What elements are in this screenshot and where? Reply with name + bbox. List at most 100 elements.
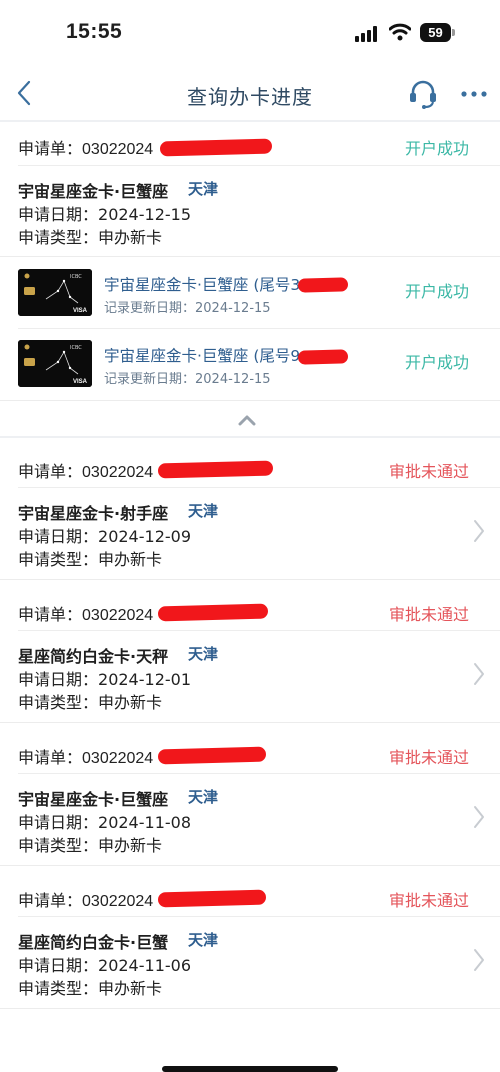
- row-divider: [18, 487, 500, 488]
- redaction-mark: [297, 349, 349, 365]
- nav-bar: 查询办卡进度: [0, 68, 500, 120]
- home-indicator: [162, 1066, 338, 1072]
- apply-type: 申请类型：申办新卡: [18, 975, 162, 999]
- card-title: 宇宙星座金卡·巨蟹座 (尾号3: [104, 276, 301, 294]
- card-thumbnail: ICBC VISA: [18, 269, 92, 316]
- app-number-value: 03022024: [82, 750, 154, 767]
- chevron-up-icon: [238, 415, 256, 426]
- apply-type-label: 申请类型：: [18, 979, 99, 998]
- section-divider: [0, 865, 500, 866]
- section-divider: [0, 436, 500, 438]
- status-badge: 审批未通过: [388, 605, 469, 624]
- headset-icon[interactable]: [408, 78, 438, 110]
- apply-type: 申请类型：申办新卡: [18, 832, 162, 856]
- app-number-label: 申请单：: [18, 464, 83, 481]
- app-number-label: 申请单：: [18, 893, 83, 910]
- apply-type-value: 申办新卡: [98, 836, 163, 855]
- apply-date: 申请日期：2024-11-06: [18, 952, 191, 976]
- card-title: 宇宙星座金卡·巨蟹座 (尾号9: [104, 347, 301, 365]
- card-update-date: 记录更新日期：2024-12-15: [104, 372, 271, 387]
- card-thumbnail: ICBC VISA: [18, 340, 92, 387]
- apply-type: 申请类型：申办新卡: [18, 689, 162, 713]
- apply-date: 申请日期：2024-12-09: [18, 523, 191, 547]
- app-number-label: 申请单：: [18, 750, 83, 767]
- apply-date-label: 申请日期：: [18, 527, 99, 546]
- app-number-value: 03022024: [82, 464, 154, 481]
- nav-divider: [0, 120, 500, 122]
- apply-date-value: 2024-11-08: [98, 813, 191, 832]
- card-name: 星座简约白金卡·天秤: [18, 647, 169, 666]
- row-divider: [18, 165, 500, 166]
- status-badge: 审批未通过: [388, 891, 469, 910]
- row-divider: [18, 630, 500, 631]
- battery-level: 59: [420, 23, 451, 42]
- app-number-value: 03022024: [82, 607, 154, 624]
- chevron-right-icon[interactable]: [472, 518, 486, 544]
- battery-indicator: 59: [420, 23, 456, 43]
- redaction-mark: [297, 277, 349, 293]
- card-name: 星座简约白金卡·巨蟹: [18, 933, 169, 952]
- card-name: 宇宙星座金卡·巨蟹座: [18, 182, 169, 201]
- city-label: 天津: [188, 788, 219, 806]
- section-divider: [0, 256, 500, 257]
- apply-date-value: 2024-11-06: [98, 956, 191, 975]
- app-number: 申请单：03022024: [18, 135, 153, 159]
- status-badge: 审批未通过: [388, 748, 469, 767]
- card-network: VISA: [73, 308, 88, 314]
- card-name: 宇宙星座金卡·射手座: [18, 504, 169, 523]
- apply-type: 申请类型：申办新卡: [18, 224, 162, 248]
- chevron-right-icon[interactable]: [472, 947, 486, 973]
- app-number-value: 03022024: [82, 141, 154, 158]
- apply-date: 申请日期：2024-11-08: [18, 809, 191, 833]
- battery-cap: [452, 29, 455, 36]
- signal-icon: [355, 26, 377, 42]
- apply-type-value: 申办新卡: [98, 228, 163, 247]
- city-label: 天津: [188, 180, 219, 198]
- card-status: 开户成功: [404, 353, 469, 372]
- apply-type-value: 申办新卡: [98, 550, 163, 569]
- apply-date-value: 2024-12-09: [98, 527, 191, 546]
- card-name: 宇宙星座金卡·巨蟹座: [18, 790, 169, 809]
- apply-date-value: 2024-12-15: [98, 205, 191, 224]
- city-label: 天津: [188, 502, 219, 520]
- apply-type: 申请类型：申办新卡: [18, 546, 162, 570]
- card-art: ICBC VISA: [18, 340, 92, 387]
- apply-date: 申请日期：2024-12-15: [18, 201, 191, 225]
- app-number-label: 申请单：: [18, 607, 83, 624]
- section-divider: [0, 579, 500, 580]
- city-label: 天津: [188, 645, 219, 663]
- more-icon[interactable]: [460, 90, 488, 98]
- app-number: 申请单：03022024: [18, 458, 153, 482]
- redaction-mark: [157, 460, 274, 479]
- status-badge: 开户成功: [404, 139, 469, 158]
- app-number-label: 申请单：: [18, 141, 83, 158]
- apply-date-label: 申请日期：: [18, 813, 99, 832]
- apply-date-value: 2024-12-01: [98, 670, 191, 689]
- apply-type-label: 申请类型：: [18, 228, 99, 247]
- collapse-toggle[interactable]: [0, 402, 500, 436]
- chevron-right-icon[interactable]: [472, 804, 486, 830]
- chevron-right-icon[interactable]: [472, 661, 486, 687]
- status-badge: 审批未通过: [388, 462, 469, 481]
- row-divider: [18, 328, 500, 329]
- row-divider: [18, 773, 500, 774]
- status-time: 15:55: [66, 20, 123, 43]
- apply-type-value: 申办新卡: [98, 979, 163, 998]
- card-art: ICBC VISA: [18, 269, 92, 316]
- section-divider: [0, 1008, 500, 1009]
- redaction-mark: [157, 889, 267, 908]
- app-number-value: 03022024: [82, 893, 154, 910]
- card-update-date: 记录更新日期：2024-12-15: [104, 301, 271, 316]
- card-status: 开户成功: [404, 282, 469, 301]
- wifi-icon: [389, 23, 411, 41]
- status-bar: 15:55 59: [0, 0, 500, 68]
- apply-type-value: 申办新卡: [98, 693, 163, 712]
- section-divider: [0, 722, 500, 723]
- card-brand: ICBC: [70, 274, 82, 280]
- apply-type-label: 申请类型：: [18, 836, 99, 855]
- app-number: 申请单：03022024: [18, 744, 153, 768]
- redaction-mark: [157, 746, 267, 765]
- row-divider: [18, 916, 500, 917]
- apply-date: 申请日期：2024-12-01: [18, 666, 191, 690]
- apply-type-label: 申请类型：: [18, 693, 99, 712]
